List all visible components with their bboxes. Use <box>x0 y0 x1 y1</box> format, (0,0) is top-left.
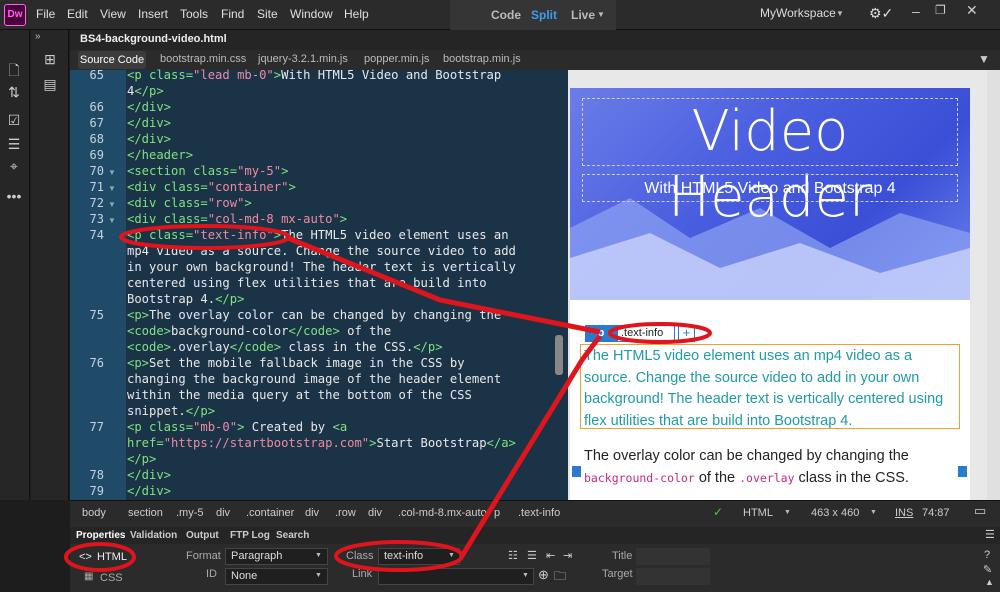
annotation-line-code-to-badge <box>287 235 601 335</box>
annotation-overlay <box>64 224 712 572</box>
annotation-ellipse-badge <box>608 322 712 344</box>
annotation-ellipse-code <box>119 224 291 250</box>
annotation-ellipse-class <box>334 540 464 572</box>
annotation-line-badge-to-class <box>459 334 602 558</box>
annotation-ellipse-html <box>64 542 136 572</box>
